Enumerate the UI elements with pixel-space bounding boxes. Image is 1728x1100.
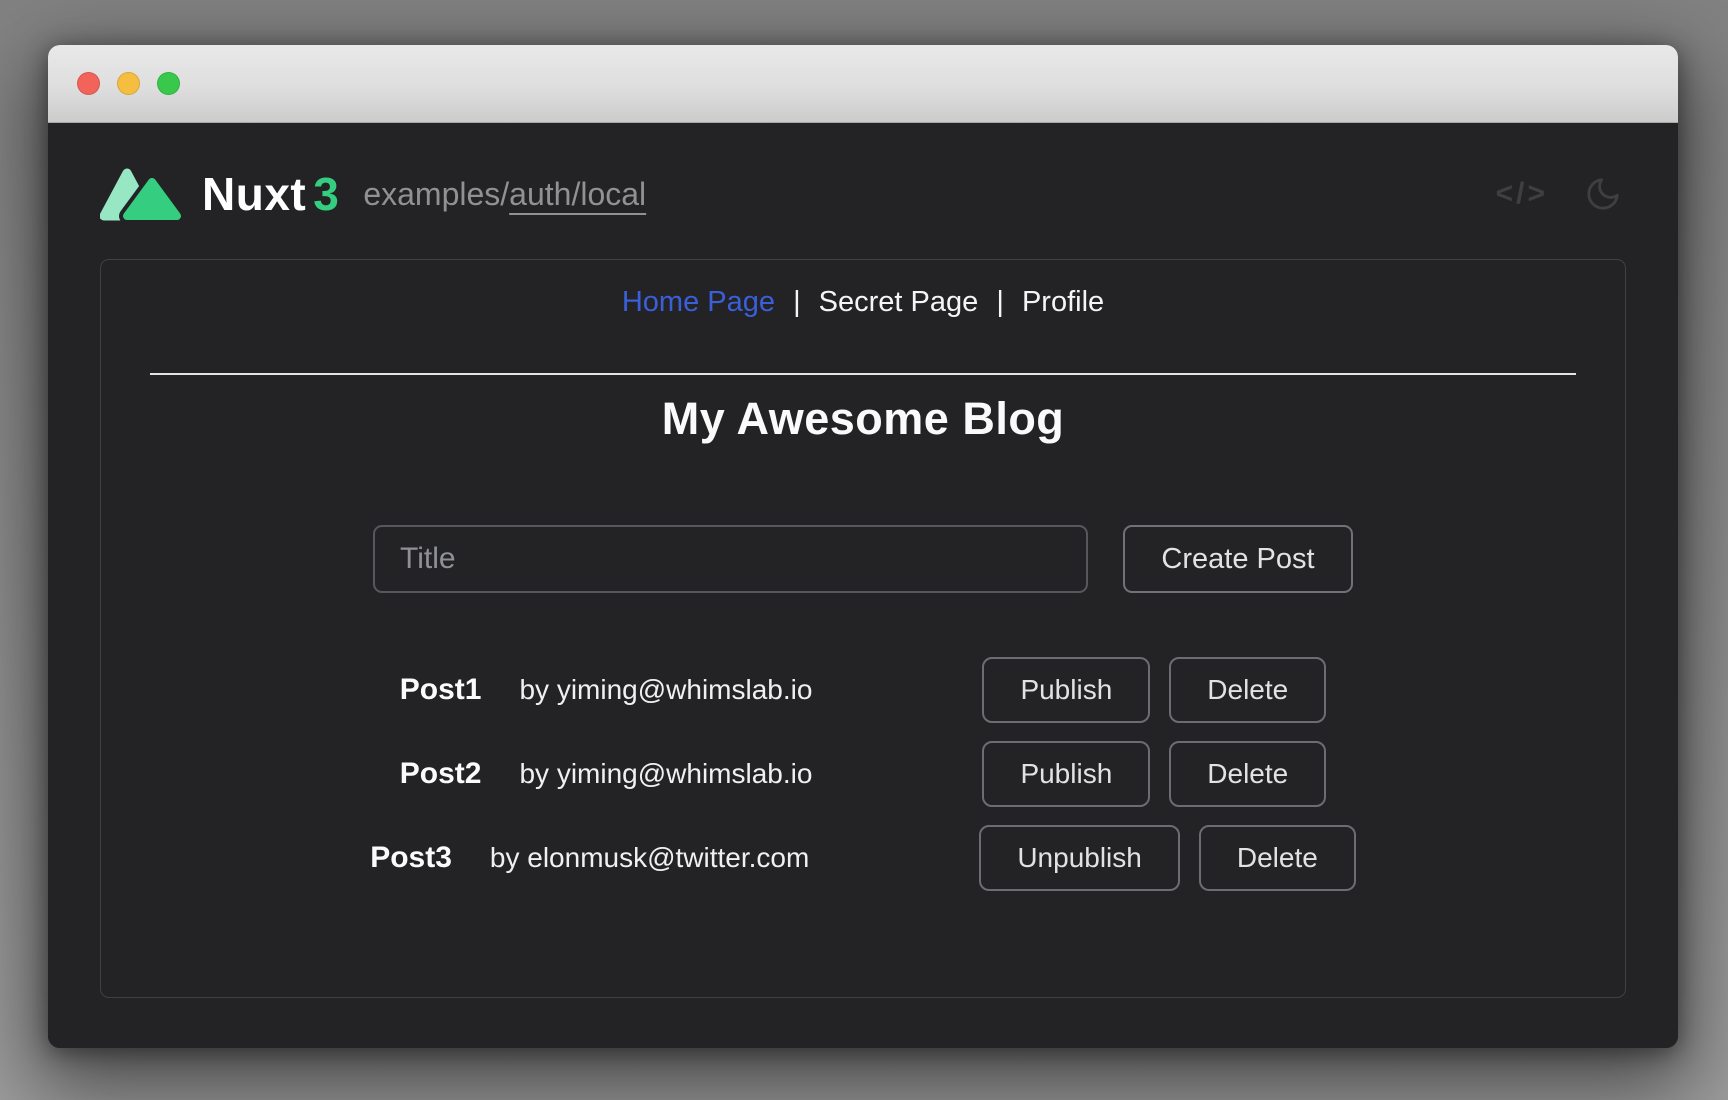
post-byline: by yiming@whimslab.io [519,674,812,706]
post-row: Post3 by elonmusk@twitter.com Unpublish … [370,825,1356,891]
delete-button[interactable]: Delete [1199,825,1356,891]
nav-link-secret-page[interactable]: Secret Page [819,286,979,318]
window-titlebar [48,45,1678,123]
post-byline: by yiming@whimslab.io [519,758,812,790]
app-window: Nuxt 3 examples/ auth/local </> Home Pag… [48,45,1678,1048]
publish-button[interactable]: Publish [982,657,1150,723]
breadcrumb: examples/ auth/local [363,176,646,213]
theme-toggle-moon-icon[interactable] [1584,175,1622,213]
delete-button[interactable]: Delete [1169,741,1326,807]
nav-link-home-page[interactable]: Home Page [622,286,775,318]
page-frame: Home Page | Secret Page | Profile My Awe… [100,259,1626,998]
post-title-input[interactable] [373,525,1088,593]
app-content: Nuxt 3 examples/ auth/local </> Home Pag… [48,123,1678,1048]
window-controls [77,72,180,95]
post-actions: Publish Delete [982,657,1326,723]
page-title: My Awesome Blog [101,393,1625,445]
post-actions: Publish Delete [982,741,1326,807]
create-post-button[interactable]: Create Post [1123,525,1353,593]
unpublish-button[interactable]: Unpublish [979,825,1180,891]
breadcrumb-example-link[interactable]: auth/local [509,176,646,213]
post-list: Post1 by yiming@whimslab.io Publish Dele… [101,657,1625,891]
page-nav: Home Page | Secret Page | Profile [101,260,1625,319]
delete-button[interactable]: Delete [1169,657,1326,723]
post-name: Post1 [400,673,482,707]
post-row: Post1 by yiming@whimslab.io Publish Dele… [400,657,1326,723]
nav-divider [150,373,1576,375]
close-button[interactable] [77,72,100,95]
breadcrumb-prefix: examples/ [363,176,509,213]
post-name: Post2 [400,757,482,791]
nav-separator: | [996,286,1004,318]
nuxt-logo-icon [100,164,186,224]
nav-link-profile[interactable]: Profile [1022,286,1104,318]
post-actions: Unpublish Delete [979,825,1355,891]
source-code-icon[interactable]: </> [1496,177,1548,211]
post-row: Post2 by yiming@whimslab.io Publish Dele… [400,741,1326,807]
nuxt-brand-link[interactable]: Nuxt 3 [100,164,339,224]
post-name: Post3 [370,841,452,875]
brand-wordmark: Nuxt 3 [202,167,339,221]
publish-button[interactable]: Publish [982,741,1150,807]
create-post-form: Create Post [101,525,1625,593]
header-icons: </> [1496,175,1622,213]
nav-separator: | [793,286,801,318]
app-header: Nuxt 3 examples/ auth/local </> [48,123,1678,259]
brand-version: 3 [313,167,339,221]
minimize-button[interactable] [117,72,140,95]
post-byline: by elonmusk@twitter.com [490,842,809,874]
zoom-button[interactable] [157,72,180,95]
brand-name: Nuxt [202,167,306,221]
